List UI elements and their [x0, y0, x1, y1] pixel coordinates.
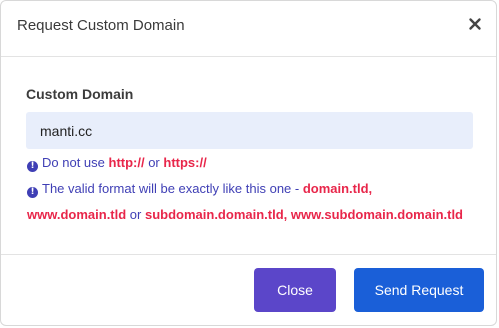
modal-footer: Close Send Request [1, 255, 496, 327]
hint-https: https:// [163, 155, 207, 170]
request-custom-domain-modal: Request Custom Domain Custom Domain ! Do … [0, 0, 497, 326]
hint-valid-format: ! The valid format will be exactly like t… [27, 181, 372, 198]
close-icon[interactable] [468, 17, 482, 31]
hint-text: or [126, 207, 145, 222]
modal-header: Request Custom Domain [1, 1, 496, 57]
modal-title: Request Custom Domain [17, 17, 185, 34]
hint-text: The valid format will be exactly like th… [42, 181, 303, 196]
info-icon: ! [27, 161, 38, 172]
hint-example-subdomain: subdomain.domain.tld, www.subdomain.doma… [144, 207, 464, 222]
hint-text: or [144, 155, 164, 170]
custom-domain-input[interactable] [26, 112, 473, 149]
hint-example-www: www.domain.tld [27, 207, 127, 222]
modal-body: Custom Domain ! Do not use http:// or htt… [1, 57, 496, 255]
close-button[interactable]: Close [254, 268, 336, 312]
hint-example-domain: domain.tld, [302, 181, 373, 196]
hint-text: Do not use [42, 155, 109, 170]
hint-valid-format-continued: www.domain.tld or subdomain.domain.tld, … [27, 207, 463, 223]
hint-http: http:// [108, 155, 145, 170]
custom-domain-label: Custom Domain [26, 86, 134, 102]
send-request-button[interactable]: Send Request [354, 268, 484, 312]
info-icon: ! [27, 187, 38, 198]
hint-no-protocol: ! Do not use http:// or https:// [27, 155, 207, 172]
